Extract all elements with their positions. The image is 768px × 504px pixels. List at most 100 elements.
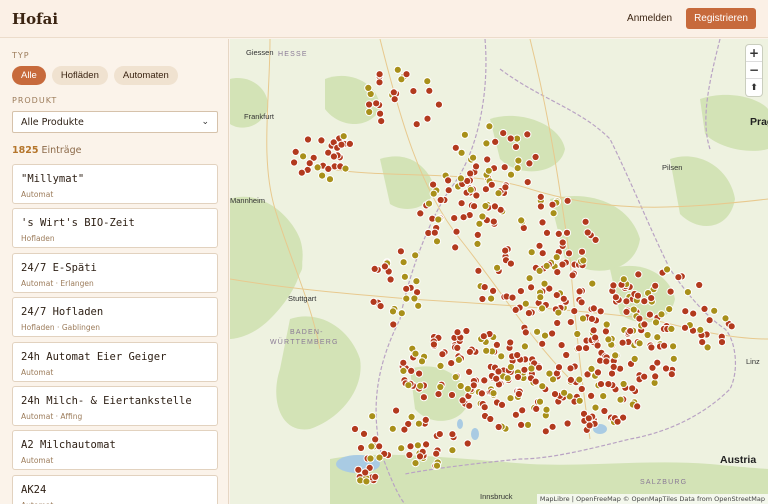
map-marker[interactable]: [593, 341, 602, 350]
map-marker[interactable]: [525, 274, 534, 283]
map-marker[interactable]: [570, 307, 579, 316]
map-marker[interactable]: [337, 140, 346, 149]
map-marker[interactable]: [721, 314, 730, 323]
map-marker[interactable]: [651, 281, 660, 290]
map-marker[interactable]: [633, 402, 642, 411]
map-marker[interactable]: [410, 294, 419, 303]
map-marker[interactable]: [299, 152, 308, 161]
map-marker[interactable]: [366, 454, 375, 463]
map-marker[interactable]: [600, 406, 609, 416]
map-marker[interactable]: [466, 169, 475, 178]
map-marker[interactable]: [695, 280, 704, 290]
map-marker[interactable]: [680, 323, 690, 332]
map-marker[interactable]: [491, 137, 500, 147]
map-marker[interactable]: [562, 228, 572, 237]
map-marker[interactable]: [591, 235, 600, 244]
map-marker[interactable]: [696, 325, 705, 334]
map-marker[interactable]: [451, 243, 460, 252]
map-marker[interactable]: [727, 322, 736, 331]
map-marker[interactable]: [368, 412, 377, 421]
map-marker[interactable]: [640, 372, 649, 381]
map-marker[interactable]: [482, 346, 491, 355]
map-marker[interactable]: [412, 120, 421, 129]
map-marker[interactable]: [369, 297, 378, 306]
map-marker[interactable]: [540, 279, 549, 288]
map-marker[interactable]: [585, 421, 594, 430]
map-marker[interactable]: [421, 415, 430, 424]
map-marker[interactable]: [640, 320, 649, 329]
map-marker[interactable]: [469, 153, 478, 162]
map-marker[interactable]: [480, 403, 489, 412]
map-marker[interactable]: [412, 277, 421, 286]
map-marker[interactable]: [548, 329, 557, 338]
map-marker[interactable]: [506, 170, 516, 179]
map-marker[interactable]: [481, 201, 490, 211]
map-marker[interactable]: [587, 314, 596, 323]
map-marker[interactable]: [444, 176, 453, 185]
map-marker[interactable]: [604, 335, 613, 344]
map-marker[interactable]: [438, 350, 447, 359]
map-marker[interactable]: [386, 275, 395, 284]
map-marker[interactable]: [518, 406, 527, 415]
map-marker[interactable]: [619, 379, 628, 389]
map-marker[interactable]: [527, 248, 536, 257]
map-marker[interactable]: [448, 430, 457, 439]
map-marker[interactable]: [419, 393, 428, 402]
map-marker[interactable]: [508, 293, 517, 302]
map-marker[interactable]: [472, 191, 481, 200]
map-marker[interactable]: [456, 174, 465, 183]
map-marker[interactable]: [494, 367, 503, 376]
map-marker[interactable]: [473, 230, 482, 239]
map-marker[interactable]: [532, 404, 541, 413]
map-marker[interactable]: [458, 396, 467, 405]
map-marker[interactable]: [535, 397, 545, 406]
map-marker[interactable]: [429, 340, 438, 349]
map-marker[interactable]: [575, 375, 584, 384]
map-marker[interactable]: [447, 359, 456, 368]
list-item[interactable]: "Millymat" Automat: [12, 164, 218, 204]
map-marker[interactable]: [698, 338, 707, 347]
map-marker[interactable]: [589, 326, 598, 335]
map-marker[interactable]: [375, 78, 384, 87]
map-marker[interactable]: [429, 180, 438, 189]
map-marker[interactable]: [577, 298, 586, 307]
map-marker[interactable]: [548, 200, 557, 209]
map-marker[interactable]: [493, 263, 502, 272]
map-marker[interactable]: [477, 389, 486, 398]
map-marker[interactable]: [411, 251, 420, 260]
map-marker[interactable]: [584, 414, 593, 423]
map-marker[interactable]: [705, 316, 714, 325]
map-marker[interactable]: [432, 461, 442, 470]
map-marker[interactable]: [484, 166, 493, 175]
map-marker[interactable]: [452, 227, 461, 236]
map-marker[interactable]: [478, 294, 487, 304]
map-marker[interactable]: [663, 265, 672, 274]
map-marker[interactable]: [397, 444, 406, 453]
list-item[interactable]: 24h Automat Eier Geiger Automat: [12, 341, 218, 382]
map-marker[interactable]: [622, 307, 631, 316]
map-marker[interactable]: [527, 364, 536, 373]
map-marker[interactable]: [359, 429, 369, 438]
map-marker[interactable]: [557, 341, 566, 350]
map-marker[interactable]: [456, 381, 465, 391]
map-marker[interactable]: [517, 216, 526, 225]
map-marker[interactable]: [489, 286, 498, 295]
map-marker[interactable]: [577, 247, 587, 256]
map-marker[interactable]: [516, 287, 525, 296]
map-marker[interactable]: [313, 163, 322, 172]
map-marker[interactable]: [599, 392, 608, 401]
map-marker[interactable]: [514, 389, 523, 399]
map-marker[interactable]: [683, 288, 692, 297]
map-marker[interactable]: [400, 272, 409, 281]
map-marker[interactable]: [376, 109, 385, 118]
map-marker[interactable]: [486, 414, 495, 424]
map-marker[interactable]: [367, 442, 376, 451]
map-marker[interactable]: [465, 347, 474, 356]
map-marker[interactable]: [548, 422, 557, 431]
map-marker[interactable]: [354, 465, 363, 474]
map-marker[interactable]: [454, 355, 463, 364]
map-marker[interactable]: [513, 372, 523, 382]
map-marker[interactable]: [602, 320, 611, 329]
map-attribution[interactable]: MapLibre | OpenFreeMap © OpenMapTiles Da…: [536, 494, 768, 504]
map-marker[interactable]: [444, 186, 453, 195]
